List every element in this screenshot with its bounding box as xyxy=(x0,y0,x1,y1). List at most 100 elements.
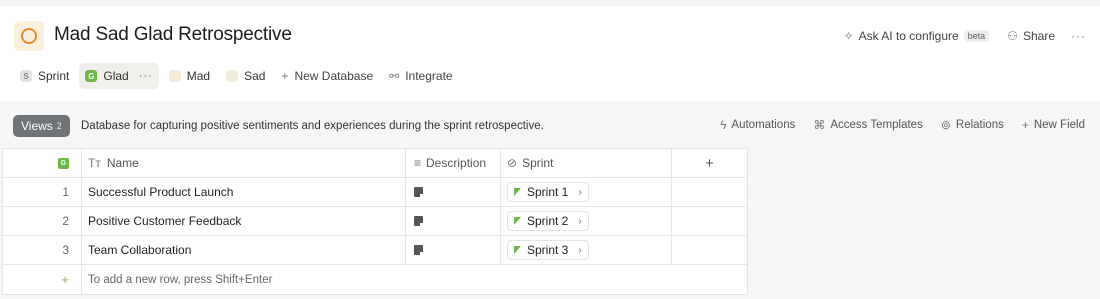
more-options-icon[interactable]: ··· xyxy=(1067,29,1090,43)
automations-button[interactable]: ϟ Automations xyxy=(720,118,795,132)
integrate-label: Integrate xyxy=(405,69,453,83)
share-label: Share xyxy=(1022,29,1055,43)
lightning-icon: ϟ xyxy=(720,118,727,132)
tab-sprint[interactable]: S Sprint xyxy=(14,63,75,89)
tab-label: Mad xyxy=(186,69,211,83)
views-count: 2 xyxy=(56,121,62,131)
data-table: G Tт Name ≡ Description ⊘ Sprint + 1 Suc… xyxy=(2,148,748,295)
share-button[interactable]: ⚇ Share xyxy=(1001,27,1061,45)
column-header-sprint[interactable]: ⊘ Sprint xyxy=(501,149,672,177)
add-row-icon[interactable]: + xyxy=(3,265,82,294)
sprint-link-label: Sprint 2 xyxy=(527,214,569,228)
database-tabs: S Sprint G Glad ··· Mad Sad + New Databa… xyxy=(14,63,459,89)
page-title: Mad Sad Glad Retrospective xyxy=(54,24,292,45)
sparkle-icon: ✧ xyxy=(843,29,854,43)
access-templates-label: Access Templates xyxy=(830,119,923,131)
new-row-hint[interactable]: To add a new row, press Shift+Enter xyxy=(82,265,746,294)
integrate-button[interactable]: ⚯ Integrate xyxy=(383,63,458,89)
beta-badge: beta xyxy=(963,30,990,42)
relation-icon: ⊚ xyxy=(940,118,951,132)
row-name-cell[interactable]: Positive Customer Feedback xyxy=(82,207,406,235)
sprint-link-pill[interactable]: Sprint 3 › xyxy=(507,240,589,260)
tab-label: Sad xyxy=(244,69,266,83)
chevron-right-icon: › xyxy=(578,244,582,256)
index-column-header[interactable]: G xyxy=(3,149,82,177)
row-sprint-cell[interactable]: Sprint 3 › xyxy=(501,236,672,264)
views-button[interactable]: Views 2 xyxy=(13,115,70,137)
access-templates-button[interactable]: ⌘ Access Templates xyxy=(813,118,922,132)
column-label: Sprint xyxy=(522,156,554,170)
row-description-cell[interactable] xyxy=(406,236,501,264)
ask-ai-button[interactable]: ✧ Ask AI to configure beta xyxy=(838,27,996,45)
users-icon: ⚇ xyxy=(1007,29,1018,43)
plus-icon: + xyxy=(1021,118,1029,132)
flag-icon xyxy=(514,188,521,196)
row-index: 1 xyxy=(3,178,82,206)
column-header-name[interactable]: Tт Name xyxy=(82,149,406,177)
empty-cell xyxy=(672,178,747,206)
table-row[interactable]: 1 Successful Product Launch Sprint 1 › xyxy=(3,178,747,207)
long-text-icon: ≡ xyxy=(414,156,422,170)
chevron-right-icon: › xyxy=(578,186,582,198)
new-database-label: New Database xyxy=(294,69,374,83)
glad-db-icon: G xyxy=(58,157,69,169)
row-sprint-cell[interactable]: Sprint 1 › xyxy=(501,178,672,206)
views-label: Views xyxy=(21,119,53,133)
sad-db-icon xyxy=(226,70,239,82)
top-strip xyxy=(0,0,1100,6)
flag-icon xyxy=(514,217,521,225)
document-icon xyxy=(414,216,423,226)
table-header-row: G Tт Name ≡ Description ⊘ Sprint + xyxy=(3,149,747,178)
tab-label: Sprint xyxy=(38,69,70,83)
tab-label: Glad xyxy=(103,69,129,83)
flag-icon xyxy=(514,246,521,254)
sprint-link-pill[interactable]: Sprint 2 › xyxy=(507,211,589,231)
row-description-cell[interactable] xyxy=(406,207,501,235)
hierarchy-icon: ⌘ xyxy=(813,118,826,132)
row-index: 3 xyxy=(3,236,82,264)
column-label: Description xyxy=(426,156,487,170)
column-label: Name xyxy=(106,156,139,170)
text-type-icon: Tт xyxy=(88,156,101,170)
glad-db-icon: G xyxy=(85,70,98,82)
tab-glad[interactable]: G Glad ··· xyxy=(79,63,159,89)
document-icon xyxy=(414,245,423,255)
tab-more-icon[interactable]: ··· xyxy=(139,70,153,82)
sprint-db-icon: S xyxy=(20,70,32,82)
chevron-right-icon: › xyxy=(578,215,582,227)
row-sprint-cell[interactable]: Sprint 2 › xyxy=(501,207,672,235)
new-field-button[interactable]: + New Field xyxy=(1022,118,1085,132)
database-toolbar: ϟ Automations ⌘ Access Templates ⊚ Relat… xyxy=(720,118,1085,132)
sprint-link-label: Sprint 1 xyxy=(527,185,569,199)
column-header-description[interactable]: ≡ Description xyxy=(406,149,501,177)
tab-sad[interactable]: Sad xyxy=(220,63,271,89)
document-icon xyxy=(414,187,423,197)
new-database-button[interactable]: + New Database xyxy=(275,63,379,89)
empty-cell xyxy=(672,207,747,235)
add-column-button[interactable]: + xyxy=(672,149,747,177)
automations-label: Automations xyxy=(731,119,796,131)
new-field-label: New Field xyxy=(1033,119,1085,131)
relations-button[interactable]: ⊚ Relations xyxy=(941,118,1004,132)
mad-db-icon xyxy=(168,70,181,82)
header-actions: ✧ Ask AI to configure beta ⚇ Share ··· xyxy=(838,27,1090,45)
row-description-cell[interactable] xyxy=(406,178,501,206)
relation-icon: ⊘ xyxy=(507,156,518,170)
empty-cell xyxy=(672,236,747,264)
database-icon[interactable] xyxy=(14,21,44,51)
row-name-cell[interactable]: Team Collaboration xyxy=(82,236,406,264)
page-header: Mad Sad Glad Retrospective ✧ Ask AI to c… xyxy=(0,14,1100,58)
database-description: Database for capturing positive sentimen… xyxy=(81,120,544,132)
plus-icon: + xyxy=(281,69,289,83)
row-name-cell[interactable]: Successful Product Launch xyxy=(82,178,406,206)
relations-label: Relations xyxy=(955,119,1004,131)
sprint-link-label: Sprint 3 xyxy=(527,243,569,257)
new-row[interactable]: + To add a new row, press Shift+Enter xyxy=(3,265,747,294)
tab-mad[interactable]: Mad xyxy=(163,63,216,89)
row-index: 2 xyxy=(3,207,82,235)
sprint-link-pill[interactable]: Sprint 1 › xyxy=(507,182,589,202)
table-row[interactable]: 3 Team Collaboration Sprint 3 › xyxy=(3,236,747,265)
table-row[interactable]: 2 Positive Customer Feedback Sprint 2 › xyxy=(3,207,747,236)
link-icon: ⚯ xyxy=(389,69,400,83)
ask-ai-label: Ask AI to configure xyxy=(858,29,959,43)
